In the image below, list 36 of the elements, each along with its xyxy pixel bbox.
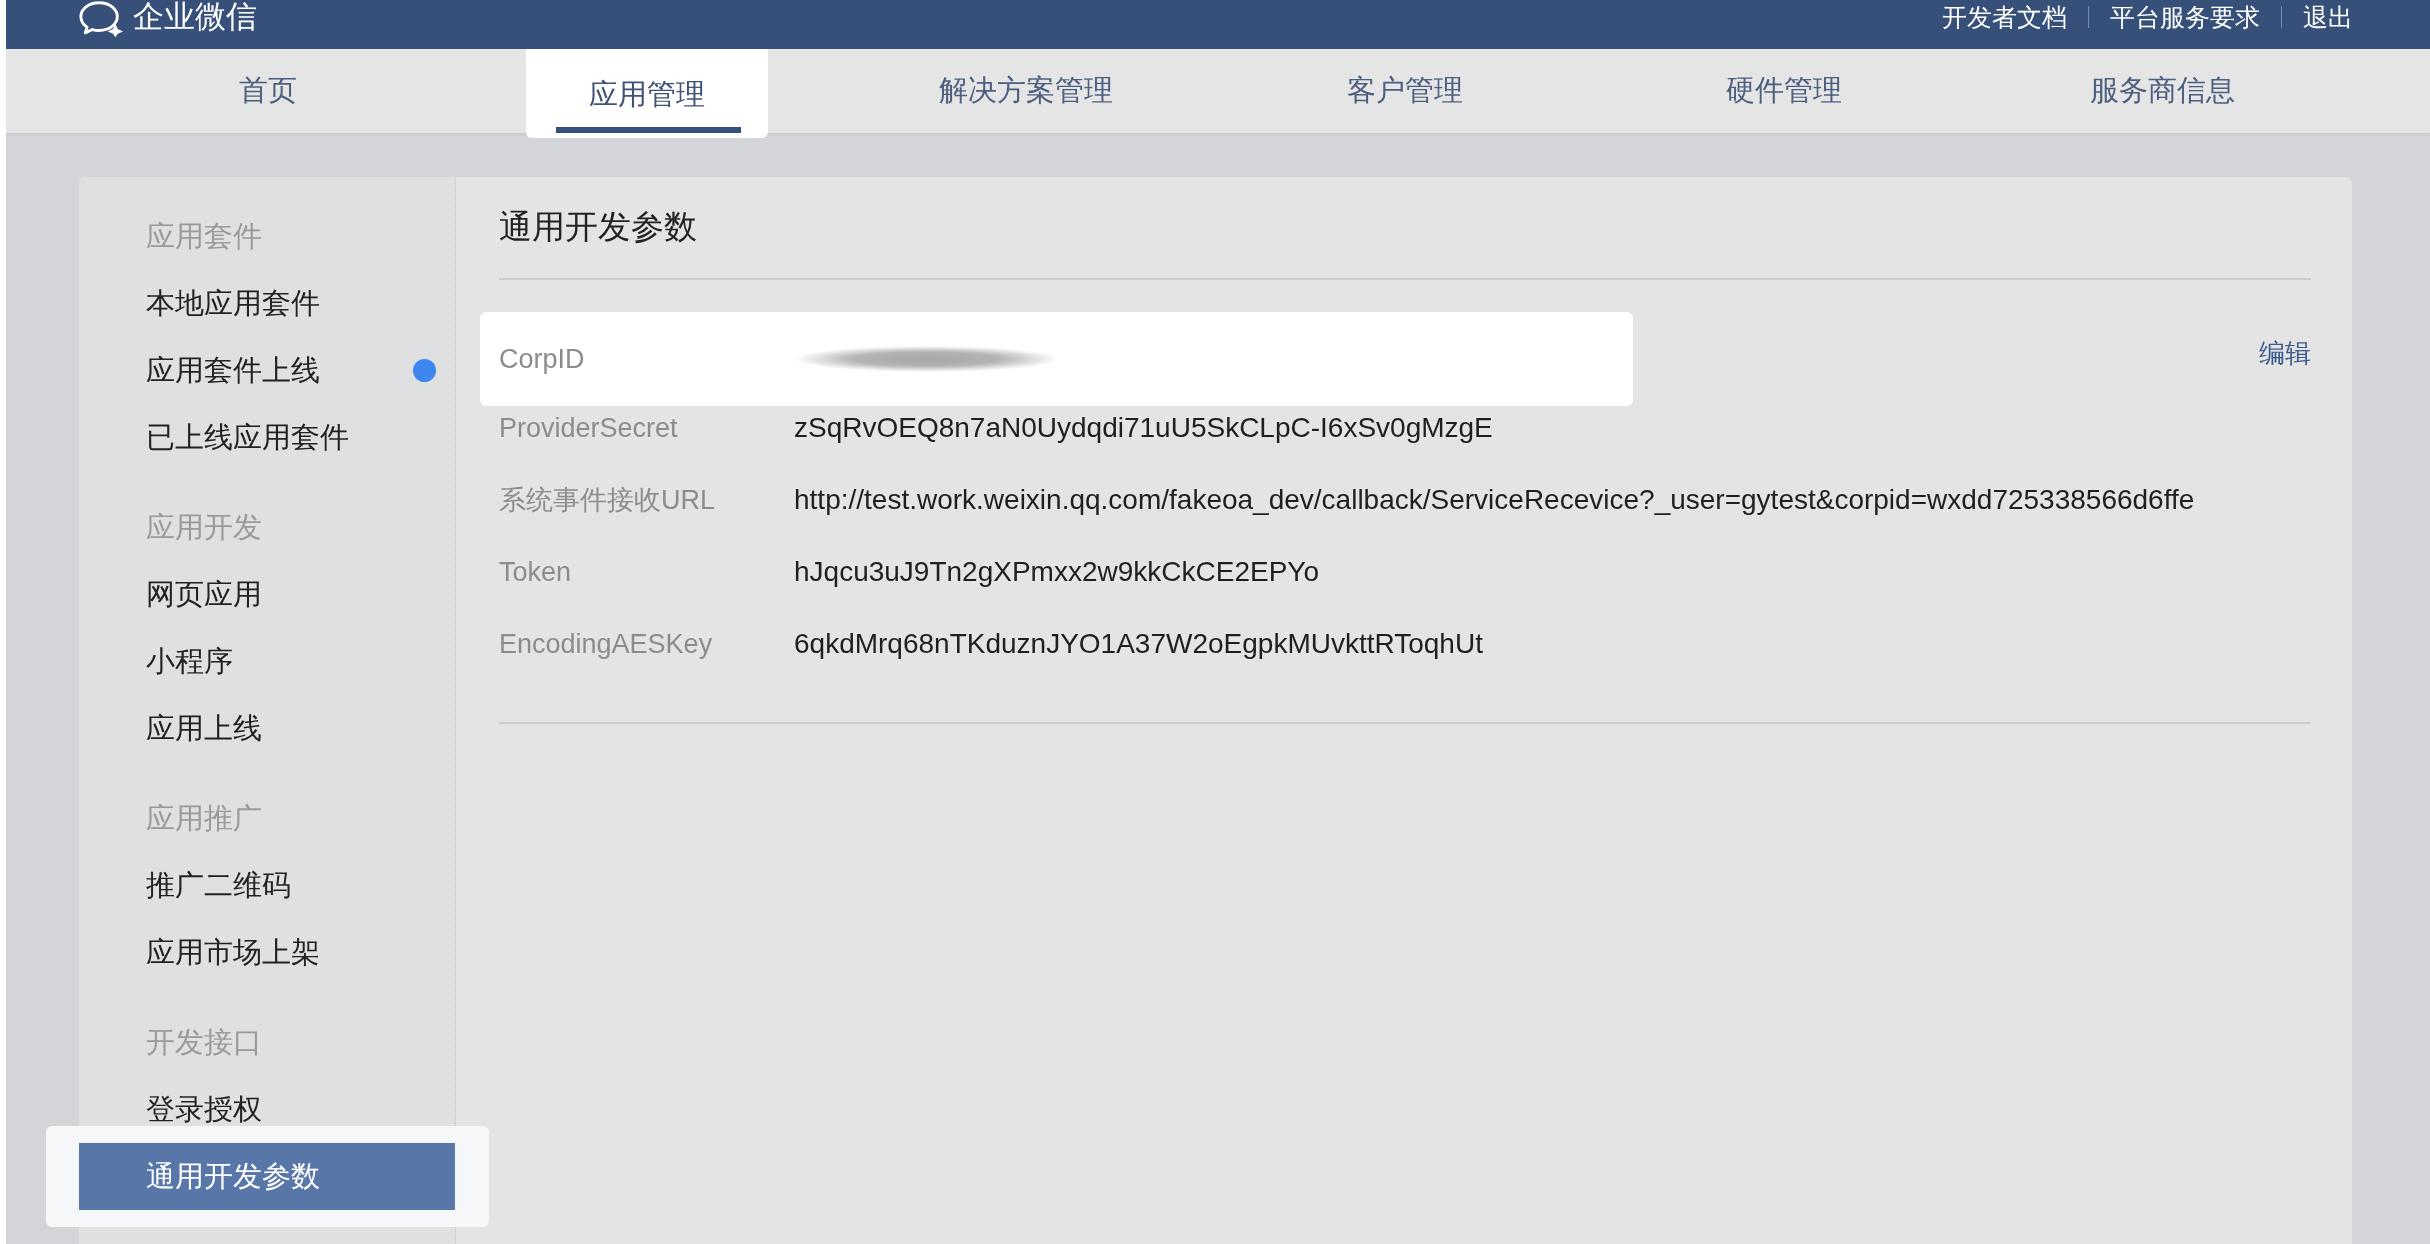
sidebar-group-title: 应用开发	[145, 510, 263, 545]
field-label: ProviderSecret	[499, 412, 679, 444]
sidebar-item[interactable]: 网页应用	[79, 561, 455, 628]
sidebar-group-title: 应用套件	[145, 219, 263, 254]
field-value: 6qkdMrq68nTKduznJYO1A37W2oEgpkMUvkttRToqhUt	[794, 628, 1483, 660]
header-link[interactable]: 平台服务要求	[2110, 1, 2260, 33]
field-value: zSqRvOEQ8n7aN0Uydqdi71uU5SkCLpC-I6xSv0gMzgE	[794, 412, 1493, 444]
sidebar-item[interactable]: 应用套件上线	[79, 337, 455, 404]
sidebar-item[interactable]: 登录授权	[79, 1076, 455, 1143]
nav-tab[interactable]: 解决方案管理	[905, 49, 1148, 133]
nav-tab[interactable]: 首页	[147, 49, 390, 133]
chat-bubble-icon	[78, 0, 124, 38]
header-link[interactable]: 开发者文档	[1942, 1, 2067, 33]
field-label: CorpID	[499, 343, 586, 375]
sidebar-item[interactable]: 已上线应用套件	[79, 404, 455, 471]
nav-tab[interactable]: 服务商信息	[2041, 49, 2284, 133]
sidebar-group-title: 开发接口	[145, 1025, 263, 1060]
nav-tab[interactable]: 应用管理	[526, 49, 769, 138]
sidebar-item[interactable]: 本地应用套件	[79, 270, 455, 337]
nav-tab[interactable]: 客户管理	[1283, 49, 1526, 133]
sidebar-item[interactable]: 通用开发参数	[79, 1143, 455, 1210]
sidebar-group-title: 应用推广	[145, 801, 263, 836]
sidebar-item[interactable]: 推广二维码	[79, 852, 455, 919]
section-title: 通用开发参数	[499, 207, 698, 247]
brand-name: 企业微信	[133, 0, 257, 34]
field-label: EncodingAESKey	[499, 628, 714, 660]
field-label: 系统事件接收URL	[499, 484, 716, 517]
edit-link[interactable]: 编辑	[2259, 335, 2311, 371]
header-link[interactable]: 退出	[2303, 1, 2353, 33]
field-label: Token	[499, 556, 573, 588]
sidebar-item[interactable]: 小程序	[79, 628, 455, 695]
sidebar-item[interactable]: 应用市场上架	[79, 919, 455, 986]
field-value: hJqcu3uJ9Tn2gXPmxx2w9kkCkCE2EPYo	[794, 556, 1319, 588]
nav-tab[interactable]: 硬件管理	[1662, 49, 1905, 133]
field-value: http://test.work.weixin.qq.com/fakeoa_dev/callback/ServiceRecevice?_user=gytest&corpid=wxdd725338566d6ffe	[794, 484, 2195, 516]
sidebar-item[interactable]: 应用上线	[79, 695, 455, 762]
